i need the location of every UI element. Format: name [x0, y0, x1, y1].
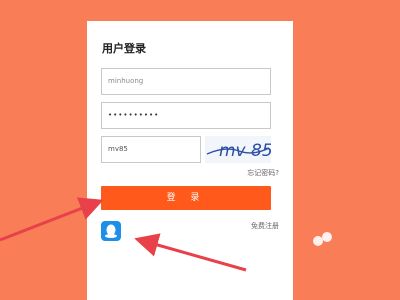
captcha-image[interactable]: mv 85	[205, 136, 271, 163]
arrow-to-login-button	[0, 197, 104, 242]
login-card: 用户登录 minhuong •••••••••• mv85 mv 85 忘记密码…	[87, 21, 293, 300]
forgot-password-link[interactable]: 忘记密码?	[247, 168, 279, 178]
login-button[interactable]: 登 录	[101, 186, 271, 210]
register-link[interactable]: 免费注册	[251, 221, 279, 231]
qq-icon[interactable]	[101, 221, 121, 241]
login-title: 用户登录	[102, 42, 146, 55]
password-field[interactable]: ••••••••••	[101, 102, 271, 129]
captcha-input[interactable]: mv85	[101, 136, 201, 163]
username-field[interactable]: minhuong	[101, 68, 271, 95]
